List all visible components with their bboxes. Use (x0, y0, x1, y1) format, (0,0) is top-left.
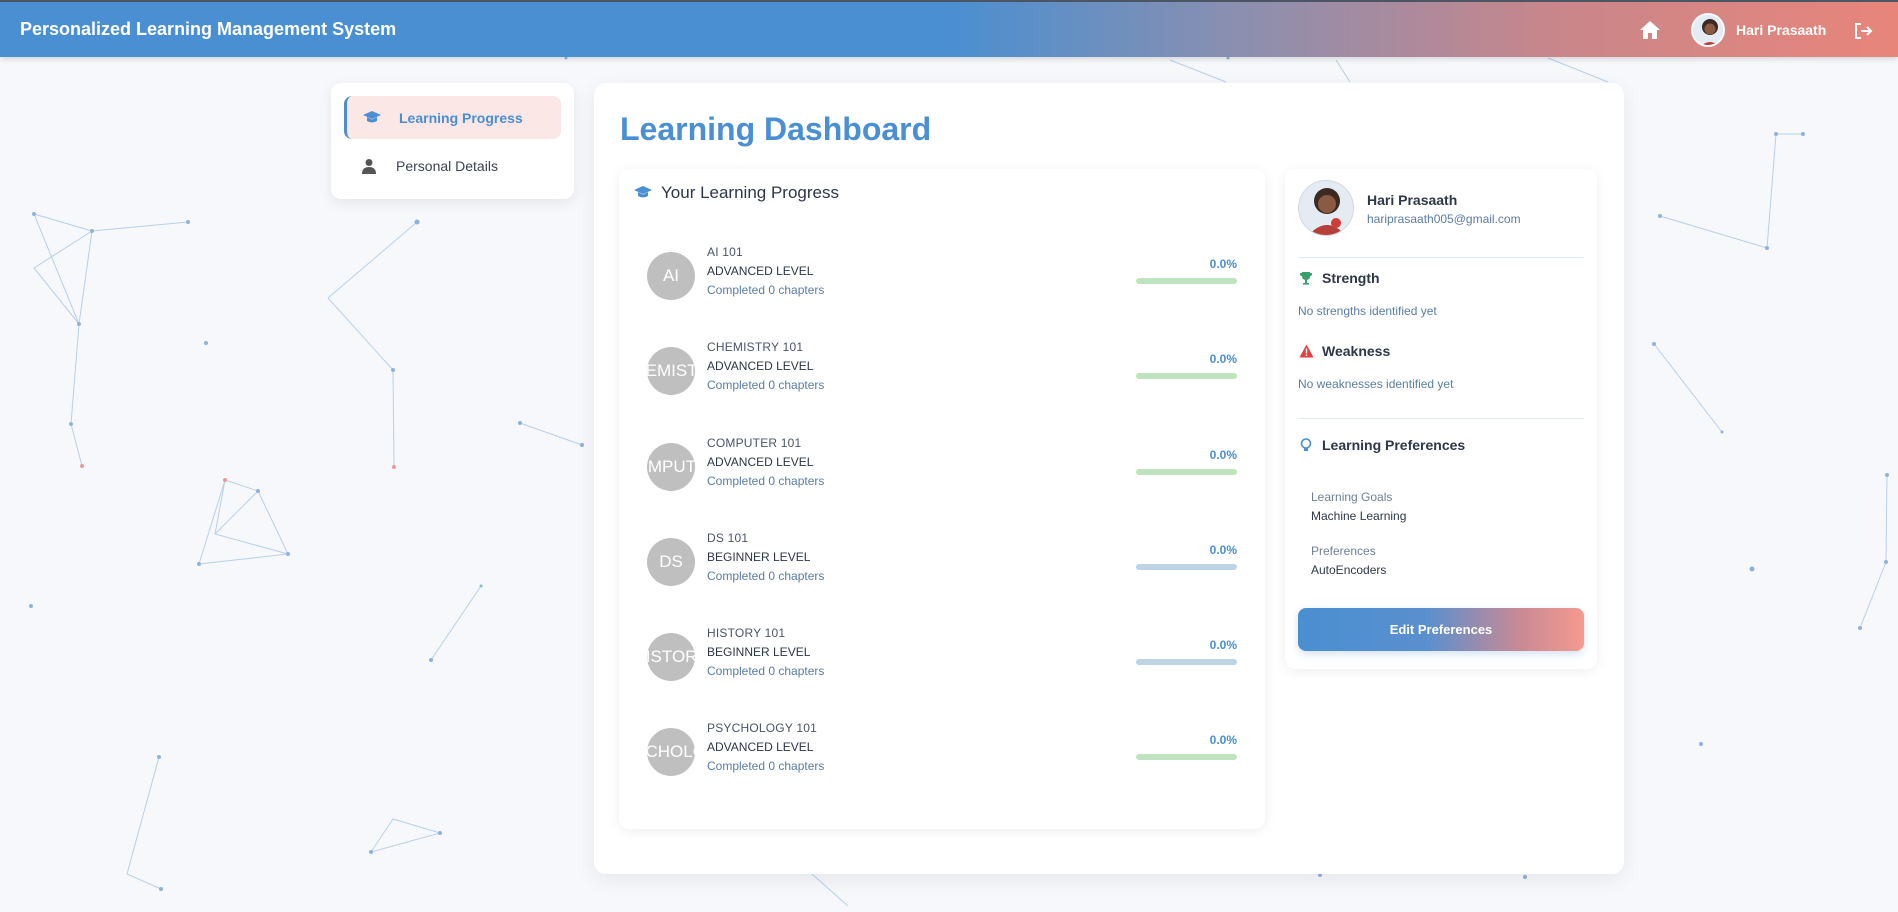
edit-preferences-button[interactable]: Edit Preferences (1298, 608, 1584, 651)
top-navbar: Personalized Learning Management System … (0, 0, 1898, 57)
strength-text: No strengths identified yet (1298, 304, 1437, 318)
profile-name: Hari Prasaath (1367, 192, 1458, 208)
card-heading-text: Your Learning Progress (661, 183, 839, 202)
list-item[interactable]: HISTORY HISTORY 101 BEGINNER LEVEL Compl… (647, 626, 1237, 686)
avatar[interactable] (1691, 13, 1725, 47)
divider (1298, 257, 1584, 258)
course-name: DS 101 (707, 531, 749, 545)
list-item[interactable]: COMPUTER COMPUTER 101 ADVANCED LEVEL Com… (647, 436, 1237, 496)
course-completed: Completed 0 chapters (707, 283, 825, 297)
preferences-value: AutoEncoders (1311, 563, 1387, 577)
course-avatar: AI (647, 252, 695, 300)
sidebar-item-label: Learning Progress (399, 109, 523, 126)
learning-progress-card: Your Learning Progress AI AI 101 ADVANCE… (619, 169, 1265, 829)
page-title: Learning Dashboard (620, 111, 932, 147)
lightbulb-icon (1298, 437, 1314, 453)
profile-email: hariprasaath005@gmail.com (1367, 212, 1521, 226)
course-percent: 0.0% (1209, 733, 1237, 747)
weakness-text: No weaknesses identified yet (1298, 377, 1454, 391)
learning-goals-value: Machine Learning (1311, 509, 1407, 523)
sidebar-item-label: Personal Details (396, 157, 498, 174)
course-percent: 0.0% (1209, 543, 1237, 557)
course-percent: 0.0% (1209, 448, 1237, 462)
list-item[interactable]: AI AI 101 ADVANCED LEVEL Completed 0 cha… (647, 245, 1237, 305)
learning-goals-label: Learning Goals (1311, 490, 1393, 504)
sidebar-item-personal-details[interactable]: Personal Details (344, 144, 561, 187)
course-completed: Completed 0 chapters (707, 569, 825, 583)
course-level: ADVANCED LEVEL (707, 455, 814, 469)
course-level: BEGINNER LEVEL (707, 645, 811, 659)
main-panel: Learning Dashboard Your Learning Progres… (594, 83, 1624, 874)
list-item[interactable]: DS DS 101 BEGINNER LEVEL Completed 0 cha… (647, 531, 1237, 591)
course-level: ADVANCED LEVEL (707, 264, 814, 278)
progress-bar (1136, 659, 1237, 665)
preferences-sub-label: Preferences (1311, 544, 1376, 558)
logout-icon[interactable] (1853, 21, 1873, 41)
strength-heading: Strength (1298, 270, 1380, 286)
user-name[interactable]: Hari Prasaath (1736, 22, 1826, 38)
course-avatar: DS (647, 538, 695, 586)
course-level: ADVANCED LEVEL (707, 740, 814, 754)
course-name: AI 101 (707, 245, 743, 259)
course-level: BEGINNER LEVEL (707, 550, 811, 564)
course-completed: Completed 0 chapters (707, 378, 825, 392)
course-avatar: COMPUTER (647, 443, 695, 491)
course-avatar: CHEMISTRY (647, 347, 695, 395)
weakness-label: Weakness (1322, 343, 1391, 359)
progress-bar (1136, 469, 1237, 475)
warning-icon (1298, 343, 1314, 359)
course-name: PSYCHOLOGY 101 (707, 721, 817, 735)
graduation-cap-icon (361, 109, 383, 127)
app-title[interactable]: Personalized Learning Management System (20, 19, 396, 40)
sidebar: Learning Progress Personal Details (331, 83, 574, 199)
course-completed: Completed 0 chapters (707, 474, 825, 488)
profile-card: Hari Prasaath hariprasaath005@gmail.com … (1285, 169, 1597, 669)
course-name: HISTORY 101 (707, 626, 786, 640)
weakness-heading: Weakness (1298, 343, 1390, 359)
user-icon (358, 157, 380, 175)
course-level: ADVANCED LEVEL (707, 359, 814, 373)
trophy-icon (1298, 270, 1314, 286)
preferences-label: Learning Preferences (1322, 437, 1466, 453)
course-avatar: PSYCHOLOGY (647, 728, 695, 776)
course-percent: 0.0% (1209, 257, 1237, 271)
course-completed: Completed 0 chapters (707, 664, 825, 678)
progress-bar (1136, 564, 1237, 570)
list-item[interactable]: PSYCHOLOGY PSYCHOLOGY 101 ADVANCED LEVEL… (647, 721, 1237, 781)
sidebar-item-learning-progress[interactable]: Learning Progress (344, 96, 561, 139)
list-item[interactable]: CHEMISTRY CHEMISTRY 101 ADVANCED LEVEL C… (647, 340, 1237, 400)
progress-bar (1136, 754, 1237, 760)
home-icon[interactable] (1638, 19, 1662, 41)
progress-bar (1136, 278, 1237, 284)
course-avatar: HISTORY (647, 633, 695, 681)
course-completed: Completed 0 chapters (707, 759, 825, 773)
course-percent: 0.0% (1209, 638, 1237, 652)
graduation-cap-icon (633, 185, 653, 201)
avatar (1298, 180, 1354, 236)
divider (1298, 418, 1584, 419)
course-percent: 0.0% (1209, 352, 1237, 366)
progress-bar (1136, 373, 1237, 379)
card-heading: Your Learning Progress (633, 183, 839, 203)
course-name: CHEMISTRY 101 (707, 340, 804, 354)
strength-label: Strength (1322, 270, 1380, 286)
preferences-heading: Learning Preferences (1298, 437, 1465, 453)
course-name: COMPUTER 101 (707, 436, 802, 450)
